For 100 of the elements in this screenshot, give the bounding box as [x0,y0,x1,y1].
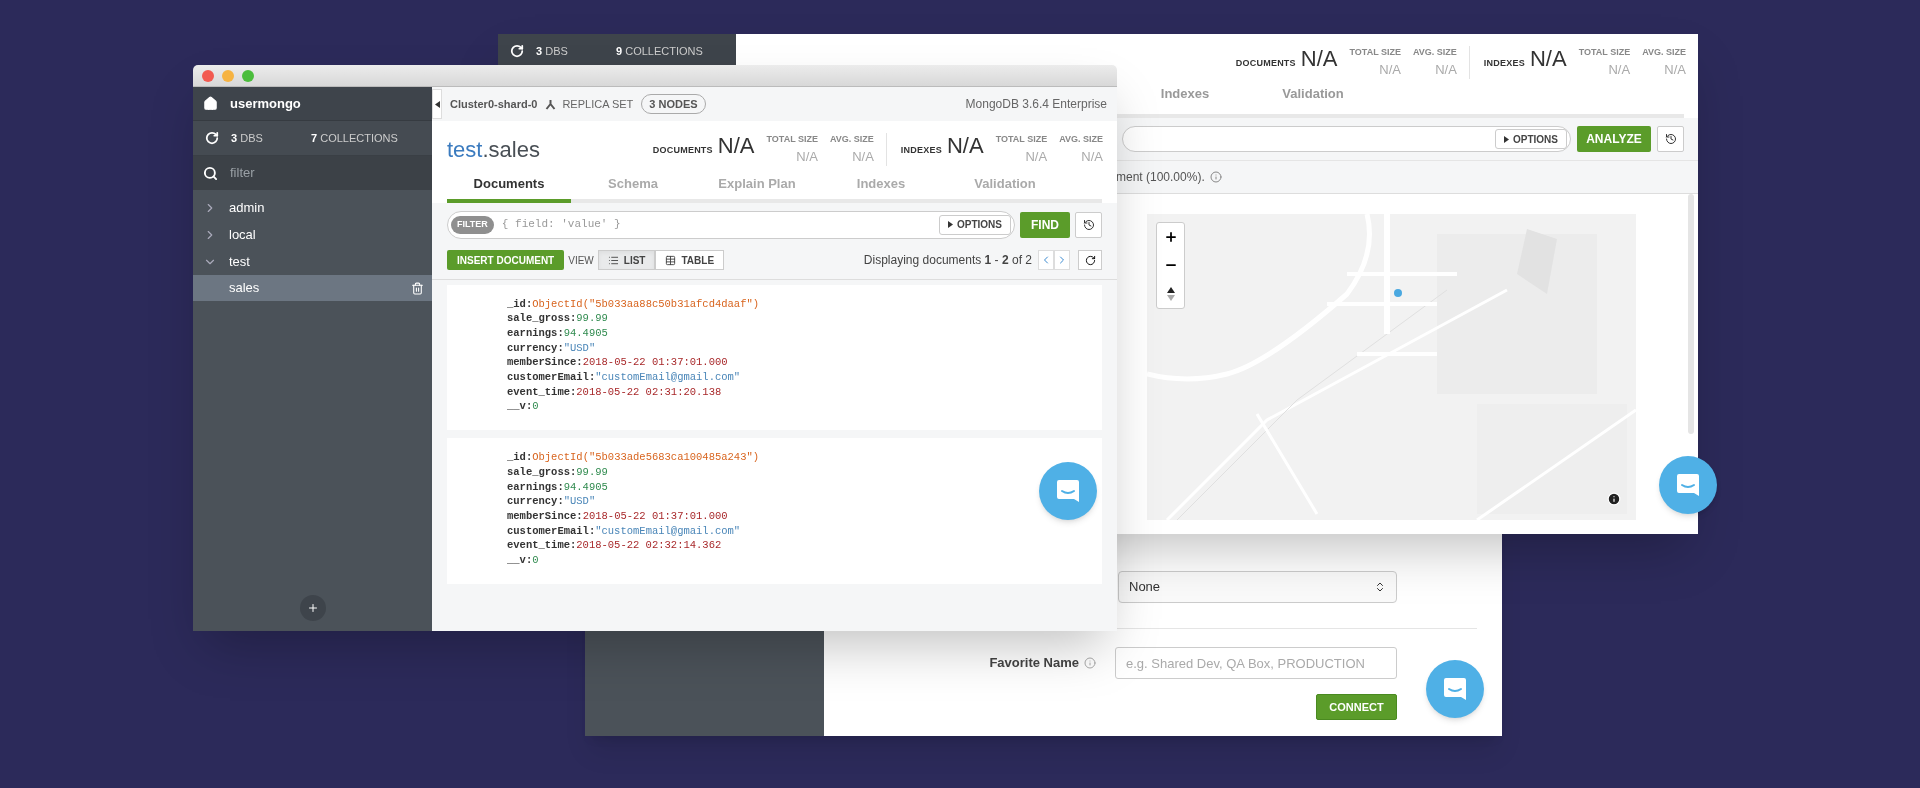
select-field[interactable]: None [1118,571,1397,603]
dbs-count: 3 DBS [536,43,569,59]
collapse-button[interactable] [432,89,442,119]
refresh-icon [1084,254,1096,266]
stat-label: AVG. SIZE [1642,46,1686,59]
list-icon [607,254,619,266]
zoom-in-icon[interactable] [1163,230,1178,245]
field-label: Favorite Name [989,654,1079,673]
document-field: currency:"USD" [507,340,596,356]
stat-value: N/A [1529,46,1567,72]
database-item[interactable]: admin [193,194,432,221]
view-toggle[interactable]: LIST [597,250,656,270]
refresh-icon[interactable] [205,131,219,145]
document-field: __v:0 [507,399,539,415]
view-label: VIEW [568,253,594,268]
stat-value: N/A [717,133,755,159]
document-field: currency:"USD" [507,494,596,509]
stat-label: AVG. SIZE [1059,133,1103,146]
refresh-button[interactable] [1078,250,1102,270]
document-field: customerEmail:"customEmail@gmail.com" [507,370,741,385]
home-icon[interactable] [203,96,218,111]
chat-icon [1442,676,1468,702]
document-field: memberSince:2018-05-22 01:37:01.000 [507,508,728,524]
fork-icon [545,98,557,110]
stat-value: N/A [1608,60,1631,79]
stat-value: N/A [1081,147,1103,166]
stat-value: N/A [796,147,818,166]
scrollbar[interactable] [1688,194,1694,434]
stat-value: N/A [1025,147,1048,166]
connection-name: usermongo [230,94,301,113]
version-label: MongoDB 3.6.4 Enterprise [965,96,1107,113]
info-icon [1209,171,1222,183]
collection-title: test.sales [447,136,540,164]
chat-icon [1675,472,1701,498]
add-database-button[interactable] [299,595,326,621]
document-field: _id:ObjectId("5b033ade5683ca100485a243") [507,450,760,465]
chat-button[interactable] [1659,456,1717,514]
search-icon [203,165,218,181]
stat-label: INDEXES [900,144,942,157]
chat-icon [1055,478,1081,504]
stat-label: TOTAL SIZE [766,133,818,146]
close-button[interactable] [202,69,214,82]
filter-badge: FILTER [451,215,494,234]
document-field: customerEmail:"customEmail@gmail.com" [507,523,741,539]
refresh-icon[interactable] [510,44,524,58]
stat-value: N/A [1379,60,1401,79]
stat-value: N/A [946,133,984,159]
caret-right-icon [948,221,953,228]
cluster-name: Cluster0-shard-0 [450,96,538,112]
caret-left-icon [434,100,440,108]
tab[interactable]: Documents [447,172,571,203]
reset-button[interactable] [1657,126,1684,152]
stat-label: AVG. SIZE [1413,46,1457,59]
stat-value: N/A [1300,46,1338,72]
history-icon [1082,218,1095,231]
document-field: event_time:2018-05-22 02:31:20.138 [507,384,722,400]
compass-icon[interactable] [1166,286,1175,301]
stat-label: AVG. SIZE [830,133,874,146]
database-item[interactable]: local [193,221,432,248]
stat-label: INDEXES [1483,57,1525,70]
database-item[interactable]: test [193,248,432,275]
stat-label: DOCUMENTS [652,144,713,157]
document-field: earnings:94.4905 [507,325,608,341]
stat-label: TOTAL SIZE [995,133,1048,146]
document-field: event_time:2018-05-22 02:32:14.362 [507,538,722,554]
document-field: sale_gross:99.99 [507,311,608,326]
stat-label: DOCUMENTS [1235,57,1296,70]
document-field: sale_gross:99.99 [507,464,608,480]
query-field[interactable]: { field: 'value' } [501,216,931,233]
options-button[interactable]: OPTIONS [939,214,1011,235]
filter-field[interactable]: filter [230,163,380,183]
sample-message: ment (100.00%). [1116,169,1205,186]
updown-icon [1374,581,1386,593]
plus-icon [306,602,319,614]
options-button[interactable]: OPTIONS [1495,129,1567,149]
filter-field[interactable]: OPTIONS [1122,126,1571,152]
document-field: __v:0 [507,553,539,568]
document-field: earnings:94.4905 [507,479,608,495]
filter-box[interactable]: FILTER { field: 'value' } OPTIONS [447,210,1015,239]
trash-icon[interactable] [411,281,424,295]
stat-value: N/A [852,147,874,166]
view-toggle[interactable]: TABLE [655,250,725,270]
table-icon [665,254,677,266]
replica-set-label: REPLICA SET [562,96,634,112]
collections-count: 7 COLLECTIONS [311,130,398,146]
caret-right-icon [1504,135,1509,143]
collection-item[interactable]: sales [193,275,432,301]
document-field: memberSince:2018-05-22 01:37:01.000 [507,355,728,370]
filter-box[interactable]: filter [193,156,432,190]
collections-count: 9 COLLECTIONS [616,43,703,59]
paging-text: Displaying documents 1 - 2 of 2 [863,252,1032,269]
stat-label: TOTAL SIZE [1349,46,1401,59]
reset-button[interactable] [1075,211,1102,238]
document-field: _id:ObjectId("5b033aa88c50b31afcd4daaf") [507,296,760,312]
info-icon[interactable] [1607,492,1621,506]
stat-label: TOTAL SIZE [1578,46,1631,59]
favorite-name-field[interactable]: e.g. Shared Dev, QA Box, PRODUCTION [1115,647,1397,679]
stat-value: N/A [1435,60,1457,79]
stat-value: N/A [1664,60,1686,79]
info-icon [1084,657,1096,669]
